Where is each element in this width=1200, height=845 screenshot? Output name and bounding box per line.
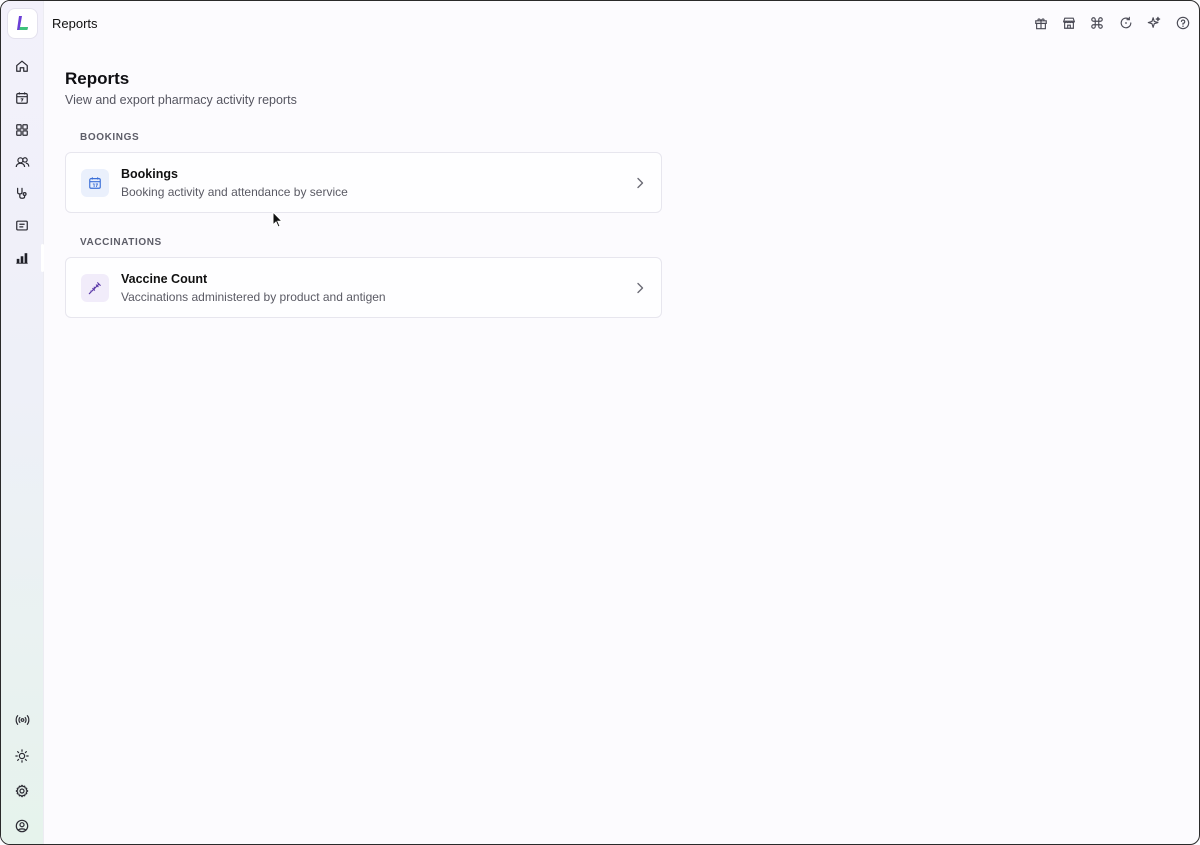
chevron-right-icon xyxy=(635,176,645,190)
active-indicator xyxy=(41,244,44,272)
help-icon[interactable] xyxy=(1174,14,1192,32)
page-title: Reports xyxy=(65,69,130,88)
report-card-bookings[interactable]: Bookings Booking activity and attendance… xyxy=(65,152,662,213)
settings-icon[interactable] xyxy=(12,781,32,801)
topbar-title: Reports xyxy=(52,16,98,31)
app-logo[interactable] xyxy=(8,9,37,38)
grid-icon[interactable] xyxy=(12,120,32,140)
sparkle-icon[interactable] xyxy=(1145,14,1163,32)
card-description: Vaccinations administered by product and… xyxy=(121,290,386,304)
refresh-icon[interactable] xyxy=(1117,14,1135,32)
logo-icon xyxy=(17,16,28,30)
gift-icon[interactable] xyxy=(1032,14,1050,32)
app-window: Reports Reports View and export pharmacy… xyxy=(0,0,1200,845)
user-circle-icon[interactable] xyxy=(12,816,32,836)
broadcast-icon[interactable] xyxy=(12,710,32,730)
card-title: Bookings xyxy=(121,167,178,181)
syringe-icon xyxy=(81,274,109,302)
sidebar xyxy=(1,1,44,844)
calendar-icon xyxy=(81,169,109,197)
mouse-cursor-icon xyxy=(272,210,284,233)
card-title: Vaccine Count xyxy=(121,272,208,286)
message-icon[interactable] xyxy=(12,216,32,236)
report-card-vaccine-count[interactable]: Vaccine Count Vaccinations administered … xyxy=(65,257,662,318)
command-icon[interactable] xyxy=(1088,14,1106,32)
users-icon[interactable] xyxy=(12,152,32,172)
home-icon[interactable] xyxy=(12,56,32,76)
chevron-right-icon xyxy=(635,281,645,295)
sun-icon[interactable] xyxy=(12,746,32,766)
bar-chart-icon[interactable] xyxy=(12,248,32,268)
section-label-vaccinations: VACCINATIONS xyxy=(80,237,162,248)
store-icon[interactable] xyxy=(1060,14,1078,32)
section-label-bookings: BOOKINGS xyxy=(80,132,140,143)
page-subtitle: View and export pharmacy activity report… xyxy=(65,93,297,107)
stethoscope-icon[interactable] xyxy=(12,184,32,204)
calendar-icon[interactable] xyxy=(12,88,32,108)
card-description: Booking activity and attendance by servi… xyxy=(121,185,348,199)
